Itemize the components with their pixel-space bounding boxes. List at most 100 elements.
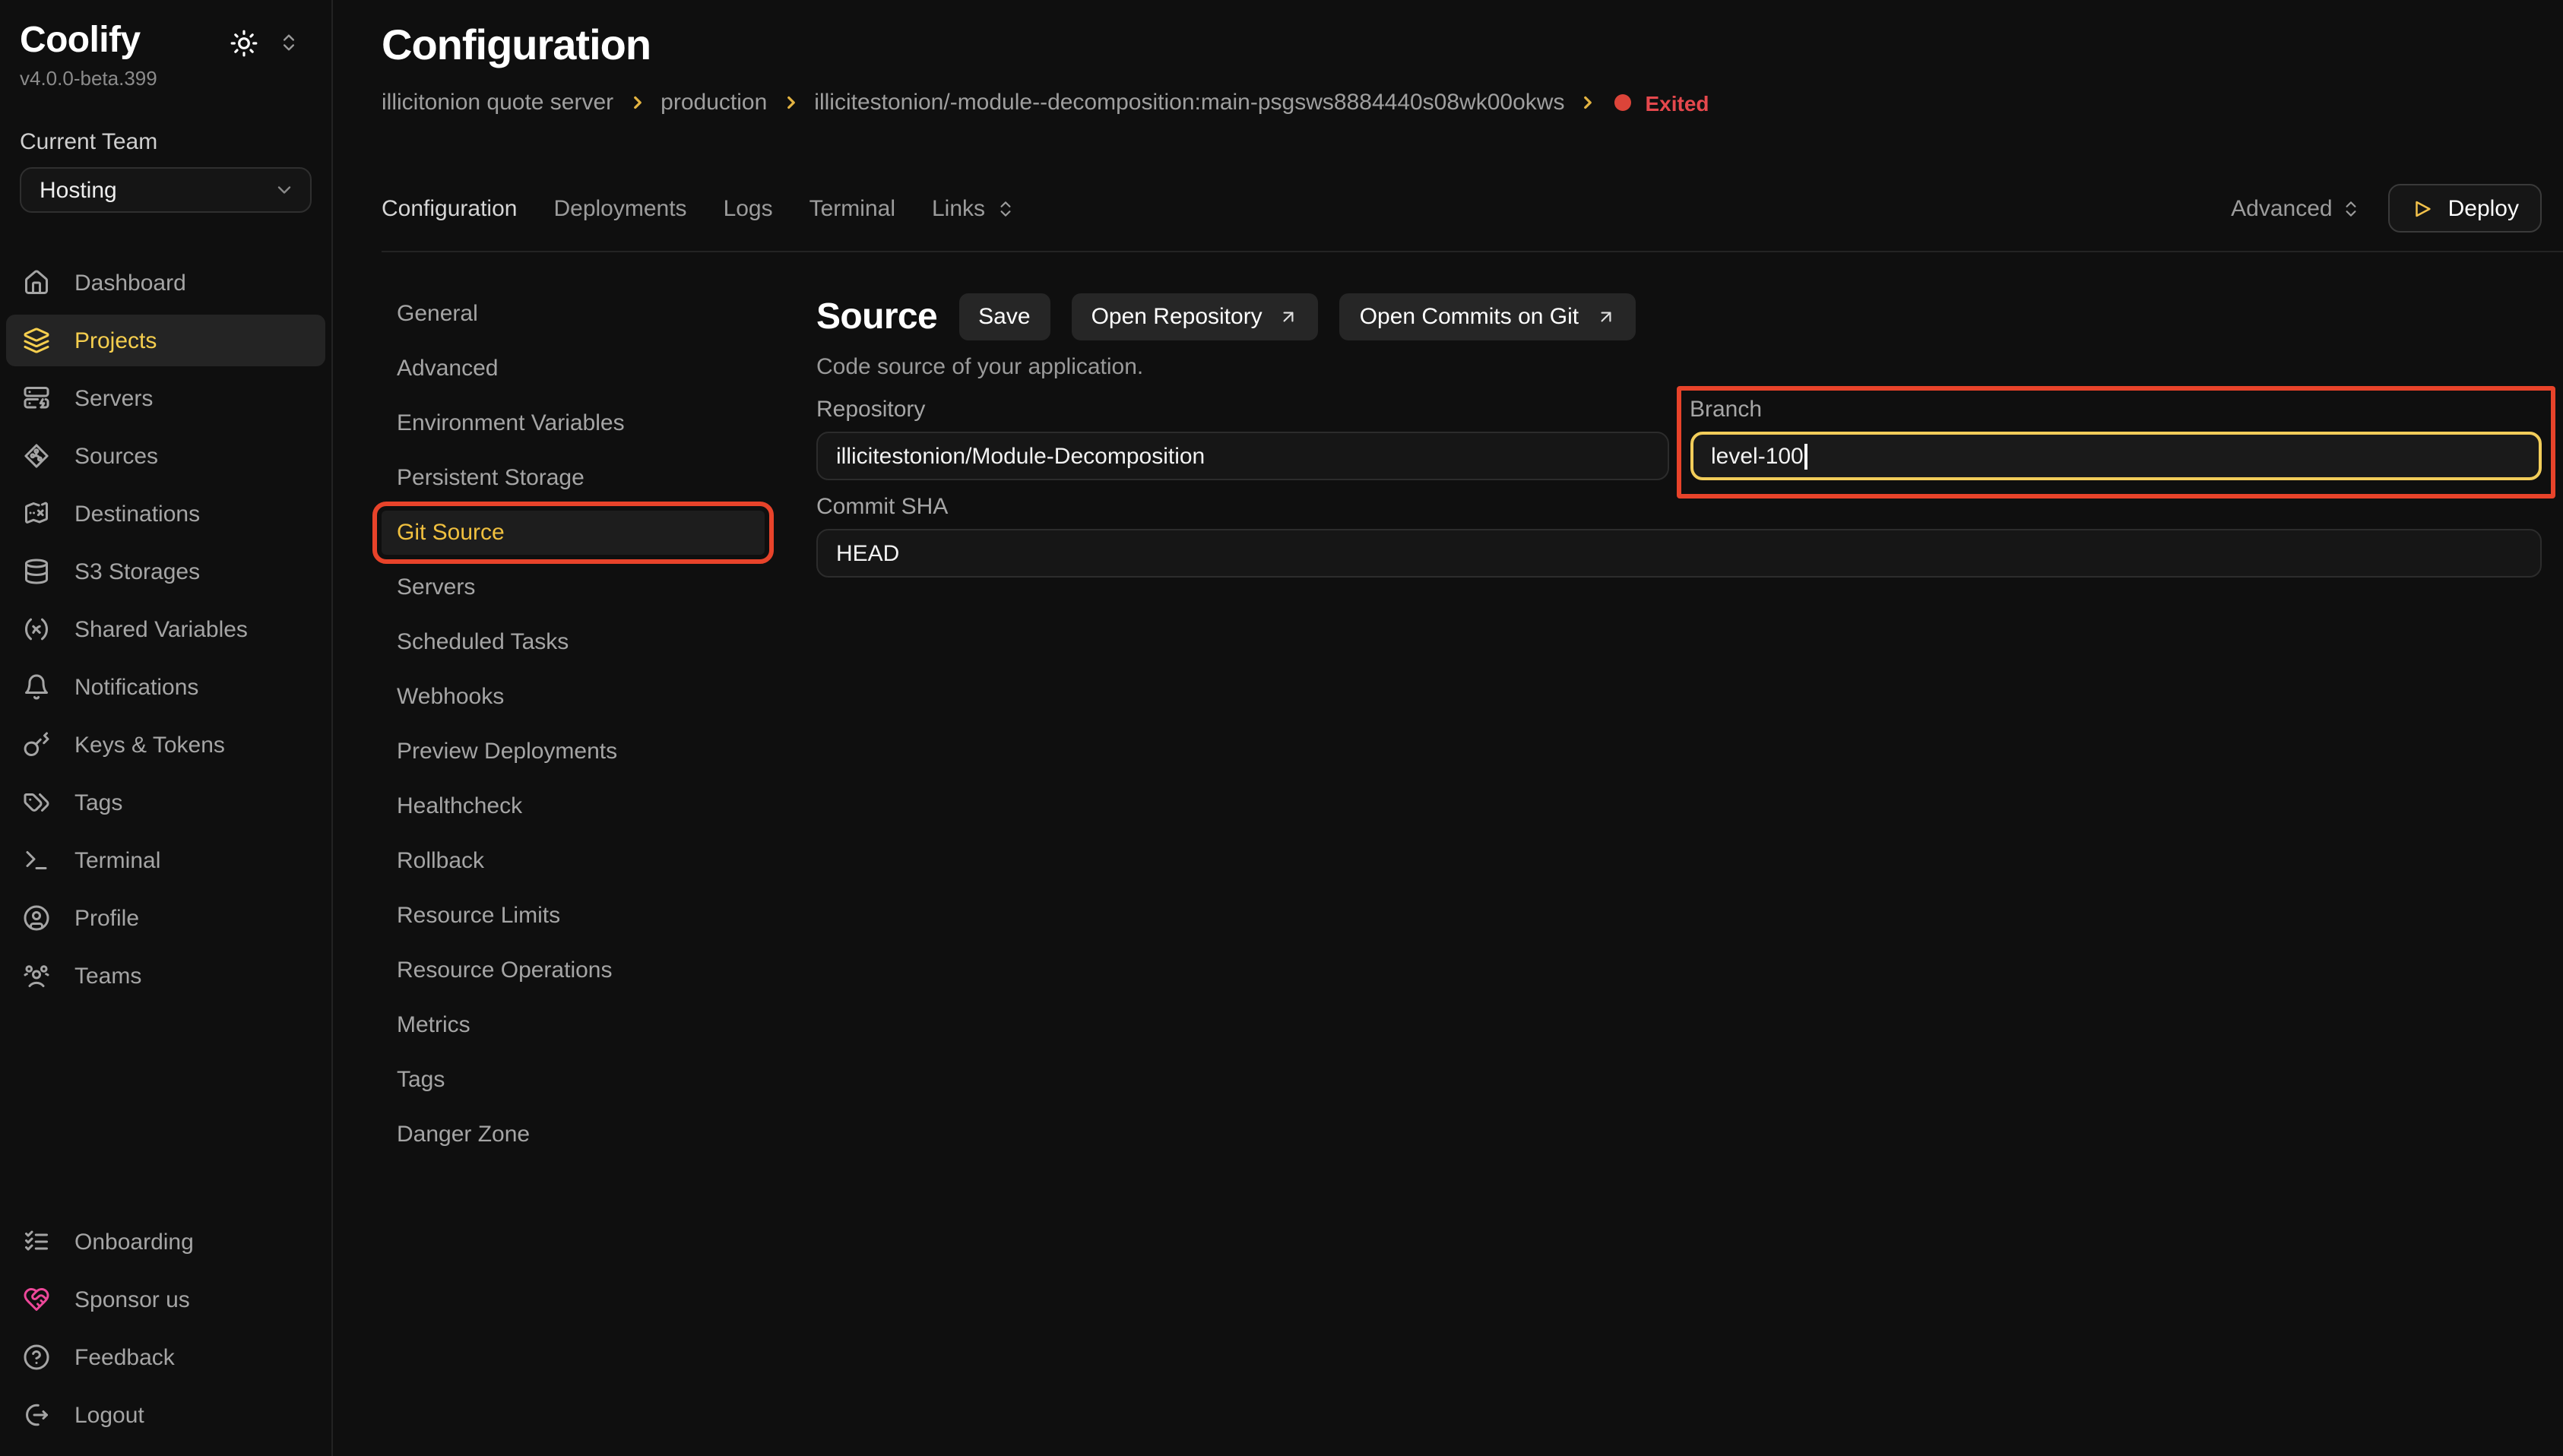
- app-window: Coolify v4.0.0-beta.399 Current Team Hos…: [0, 0, 2563, 1456]
- tab-bar: Configuration Deployments Logs Terminal …: [382, 184, 2542, 233]
- variables-icon: [23, 616, 50, 643]
- tab-deployments[interactable]: Deployments: [553, 195, 686, 221]
- current-team-label: Current Team: [20, 129, 331, 155]
- play-icon: [2412, 197, 2435, 220]
- sidebar-item-sponsor-us[interactable]: Sponsor us: [6, 1274, 325, 1325]
- theme-toggle-button[interactable]: [230, 29, 258, 58]
- subnav-item-scheduled-tasks[interactable]: Scheduled Tasks: [382, 620, 765, 664]
- subnav-item-servers[interactable]: Servers: [382, 565, 765, 609]
- subnav-item-environment-variables[interactable]: Environment Variables: [382, 401, 765, 445]
- chevron-right-icon: [781, 93, 800, 112]
- advanced-dropdown[interactable]: Advanced: [2231, 195, 2361, 221]
- sidebar-item-dashboard[interactable]: Dashboard: [6, 257, 325, 309]
- sidebar-item-s3-storages[interactable]: S3 Storages: [6, 546, 325, 597]
- database-icon: [23, 558, 50, 585]
- configuration-content: General Advanced Environment Variables P…: [382, 292, 2542, 1167]
- sidebar-item-feedback[interactable]: Feedback: [6, 1331, 325, 1383]
- key-icon: [23, 731, 50, 758]
- subnav-item-tags[interactable]: Tags: [382, 1058, 765, 1102]
- page-title: Configuration: [382, 21, 2542, 70]
- users-icon: [23, 962, 50, 989]
- repository-field: Repository illicitestonion/Module-Decomp…: [816, 397, 1668, 480]
- subnav-item-danger-zone[interactable]: Danger Zone: [382, 1113, 765, 1157]
- sidebar-item-onboarding[interactable]: Onboarding: [6, 1216, 325, 1268]
- chevrons-up-down-icon: [996, 198, 1015, 218]
- sidebar-item-projects[interactable]: Projects: [6, 315, 325, 366]
- breadcrumb-application[interactable]: illicitestonion/-module--decomposition:m…: [814, 90, 1564, 116]
- home-icon: [23, 269, 50, 296]
- sidebar-menu: Dashboard Projects Servers Sources Desti…: [0, 257, 331, 1002]
- subnav-item-advanced[interactable]: Advanced: [382, 347, 765, 391]
- sidebar-item-teams[interactable]: Teams: [6, 950, 325, 1002]
- breadcrumb-project[interactable]: illicitonion quote server: [382, 90, 613, 116]
- open-commits-button[interactable]: Open Commits on Git: [1340, 293, 1635, 340]
- coolify-logo: Coolify: [20, 21, 157, 61]
- sidebar-item-servers[interactable]: Servers: [6, 372, 325, 424]
- subnav-item-healthcheck[interactable]: Healthcheck: [382, 784, 765, 828]
- status-badge: Exited: [1645, 90, 1709, 115]
- help-circle-icon: [23, 1344, 50, 1371]
- deploy-button[interactable]: Deploy: [2389, 184, 2542, 233]
- team-select[interactable]: Hosting: [20, 167, 312, 213]
- git-icon: [23, 442, 50, 470]
- settings-subnav: General Advanced Environment Variables P…: [382, 292, 765, 1167]
- sidebar-item-sources[interactable]: Sources: [6, 430, 325, 482]
- chevron-right-icon: [627, 93, 647, 112]
- source-description: Code source of your application.: [816, 354, 2542, 380]
- sidebar-footer-menu: Onboarding Sponsor us Feedback Logout: [0, 1216, 331, 1447]
- version-text: v4.0.0-beta.399: [20, 67, 157, 90]
- subnav-item-preview-deployments[interactable]: Preview Deployments: [382, 730, 765, 774]
- branch-field-annotation: Branch level-100: [1676, 386, 2555, 499]
- heart-hands-icon: [23, 1286, 50, 1313]
- theme-mode-selector[interactable]: [278, 32, 299, 53]
- tab-terminal[interactable]: Terminal: [809, 195, 895, 221]
- subnav-item-metrics[interactable]: Metrics: [382, 1003, 765, 1047]
- breadcrumb-environment[interactable]: production: [661, 90, 767, 116]
- logout-icon: [23, 1401, 50, 1429]
- sun-icon: [230, 29, 258, 58]
- subnav-item-git-source[interactable]: Git Source: [382, 511, 765, 555]
- subnav-item-general[interactable]: General: [382, 292, 765, 336]
- sidebar-item-logout[interactable]: Logout: [6, 1389, 325, 1441]
- subnav-item-rollback[interactable]: Rollback: [382, 839, 765, 883]
- tab-bar-actions: Advanced Deploy: [2231, 184, 2542, 233]
- subnav-item-webhooks[interactable]: Webhooks: [382, 675, 765, 719]
- text-caret: [1805, 443, 1807, 469]
- sidebar-item-destinations[interactable]: Destinations: [6, 488, 325, 540]
- terminal-icon: [23, 847, 50, 874]
- source-heading: Source: [816, 296, 937, 338]
- subnav-item-persistent-storage[interactable]: Persistent Storage: [382, 456, 765, 500]
- repository-input[interactable]: illicitestonion/Module-Decomposition: [816, 432, 1668, 480]
- chevrons-up-down-icon: [278, 32, 299, 53]
- breadcrumb: illicitonion quote server production ill…: [382, 90, 2542, 116]
- chevron-down-icon: [274, 179, 295, 201]
- sidebar-header: Coolify v4.0.0-beta.399: [0, 21, 331, 90]
- tab-logs[interactable]: Logs: [724, 195, 773, 221]
- layers-icon: [23, 327, 50, 354]
- checklist-icon: [23, 1228, 50, 1255]
- branch-input[interactable]: level-100: [1690, 432, 2542, 480]
- tab-configuration[interactable]: Configuration: [382, 195, 517, 221]
- chevron-right-icon: [1578, 93, 1598, 112]
- user-icon: [23, 904, 50, 932]
- tags-icon: [23, 789, 50, 816]
- sidebar-item-notifications[interactable]: Notifications: [6, 661, 325, 713]
- brand-block: Coolify v4.0.0-beta.399: [20, 21, 157, 90]
- bell-icon: [23, 673, 50, 701]
- status-dot: [1614, 94, 1631, 111]
- map-icon: [23, 500, 50, 527]
- sidebar-item-keys-tokens[interactable]: Keys & Tokens: [6, 719, 325, 771]
- commit-sha-field: Commit SHA HEAD: [816, 494, 2542, 578]
- external-link-icon: [1595, 307, 1615, 327]
- subnav-item-resource-limits[interactable]: Resource Limits: [382, 894, 765, 938]
- sidebar-item-shared-variables[interactable]: Shared Variables: [6, 603, 325, 655]
- sidebar-item-profile[interactable]: Profile: [6, 892, 325, 944]
- sidebar-item-terminal[interactable]: Terminal: [6, 834, 325, 886]
- tab-links[interactable]: Links: [932, 195, 1015, 221]
- external-link-icon: [1279, 307, 1299, 327]
- save-button[interactable]: Save: [958, 293, 1050, 340]
- open-repository-button[interactable]: Open Repository: [1072, 293, 1319, 340]
- subnav-item-resource-operations[interactable]: Resource Operations: [382, 948, 765, 992]
- sidebar-item-tags[interactable]: Tags: [6, 777, 325, 828]
- commit-sha-input[interactable]: HEAD: [816, 529, 2542, 578]
